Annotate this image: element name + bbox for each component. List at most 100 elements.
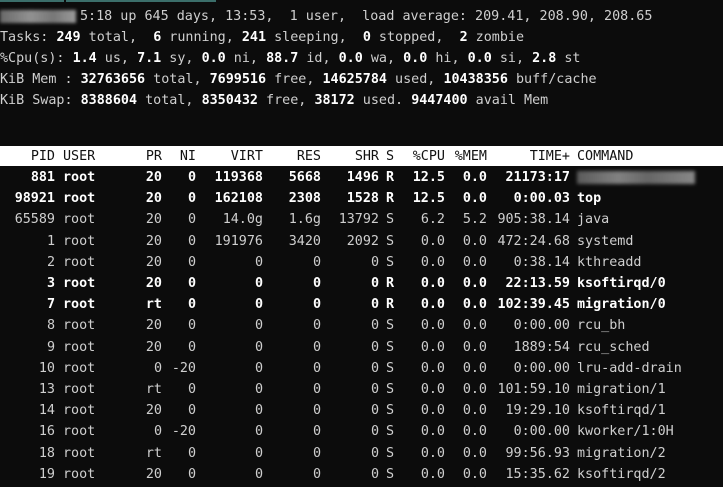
col-header-shr[interactable]: SHR	[326, 146, 379, 167]
cell-res: 0	[312, 318, 321, 334]
mem-line: KiB Mem : 32763656 total, 7699516 free, …	[0, 72, 597, 87]
cell-ni: 0	[187, 339, 196, 355]
table-row[interactable]: 3 root 20 0 0 0 0 R 0.0 0.0 22:13.59 ksoftirqd/0	[0, 273, 723, 294]
table-row[interactable]: 7 root rt 0 0 0 0 R 0.0 0.0 102:39.45 migration/0	[0, 294, 723, 315]
uptime-text: 5:18 up 645 days, 13:53, 1 user, load av…	[80, 9, 653, 24]
accent-segment	[0, 0, 64, 2]
cell-mem: 0.0	[462, 170, 487, 185]
cell-cpu: 0.0	[420, 382, 445, 397]
cell-pid: 9	[46, 339, 55, 355]
cell-time: 101:59.10	[497, 382, 570, 397]
tasks-line: Tasks: 249 total, 6 running, 241 sleepin…	[0, 30, 525, 45]
col-header-pr[interactable]: PR	[130, 146, 162, 167]
table-row[interactable]: 19 root 20 0 0 0 0 S 0.0 0.0 15:35.62 ksoftirqd/2	[0, 464, 723, 485]
cell-user: root	[63, 382, 96, 397]
col-header-command[interactable]: COMMAND	[577, 146, 633, 167]
table-row[interactable]: 14 root 20 0 0 0 0 S 0.0 0.0 19:29.10 ksoftirqd/1	[0, 400, 723, 421]
col-header-time[interactable]: TIME+	[490, 146, 570, 167]
cell-pr: 20	[145, 212, 162, 228]
cell-command: kthreadd	[577, 254, 642, 270]
table-row[interactable]: 1 root 20 0 191976 3420 2092 S 0.0 0.0 472:24.68 sy…	[0, 231, 723, 252]
redacted-command	[577, 170, 695, 184]
cell-command: top	[577, 191, 602, 207]
cell-shr: 0	[370, 318, 379, 334]
cell-cpu: 12.5	[412, 191, 445, 207]
cell-shr: 0	[370, 466, 379, 482]
cell-virt: 0	[254, 297, 263, 313]
cell-time: 1889:54	[513, 339, 570, 355]
cell-mem: 0.0	[462, 382, 487, 397]
cell-mem: 0.0	[462, 445, 487, 461]
cell-user: root	[63, 339, 96, 355]
cell-res: 0	[312, 254, 321, 270]
cell-shr: 0	[370, 360, 379, 376]
table-row[interactable]: 18 root rt 0 0 0 0 S 0.0 0.0 99:56.93 migration/2	[0, 443, 723, 464]
cell-pid: 3	[46, 276, 55, 291]
cell-time: 0:00.00	[513, 424, 570, 440]
table-row[interactable]: 10 root 0 -20 0 0 0 S 0.0 0.0 0:00.00 lru-add-drain	[0, 358, 723, 379]
table-row[interactable]: 98921 root 20 0 162108 2308 1528 R 12.5 0.0 0:00.0…	[0, 188, 723, 209]
cell-pr: rt	[145, 382, 162, 397]
cell-user: root	[63, 360, 96, 376]
cell-state: R	[386, 297, 395, 313]
cell-res: 2308	[288, 191, 321, 207]
col-header-pid[interactable]: PID	[8, 146, 55, 167]
cell-user: root	[63, 170, 96, 185]
cell-state: S	[386, 445, 395, 461]
cell-ni: 0	[187, 403, 196, 419]
cell-command: rcu_bh	[577, 318, 626, 334]
cell-cpu: 0.0	[420, 233, 445, 249]
cell-res: 0	[312, 360, 321, 376]
table-row[interactable]: 13 root rt 0 0 0 0 S 0.0 0.0 101:59.10 migration/1	[0, 379, 723, 400]
cell-ni: 0	[187, 191, 196, 207]
cell-shr: 0	[370, 254, 379, 270]
cell-user: root	[63, 445, 96, 461]
col-header-res[interactable]: RES	[268, 146, 321, 167]
cell-ni: 0	[187, 318, 196, 334]
cell-state: S	[386, 212, 395, 228]
cell-user: root	[63, 466, 96, 482]
cell-virt: 0	[254, 466, 263, 482]
cell-command: migration/0	[577, 297, 666, 313]
cell-state: R	[386, 170, 395, 185]
cell-res: 5668	[288, 170, 321, 185]
col-header-mem[interactable]: %MEM	[447, 146, 487, 167]
cell-user: root	[63, 424, 96, 440]
table-row[interactable]: 8 root 20 0 0 0 0 S 0.0 0.0 0:00.00 rcu_bh	[0, 315, 723, 336]
cell-ni: -20	[171, 360, 196, 376]
col-header-virt[interactable]: VIRT	[200, 146, 263, 167]
cell-time: 102:39.45	[497, 297, 570, 313]
col-header-user[interactable]: USER	[63, 146, 95, 167]
cell-pr: 20	[145, 170, 162, 185]
cell-state: S	[386, 318, 395, 334]
title-bar-accent	[0, 0, 723, 3]
cell-shr: 0	[370, 424, 379, 440]
cell-pid: 881	[30, 170, 55, 185]
col-header-cpu[interactable]: %CPU	[400, 146, 445, 167]
redacted-hostname	[0, 9, 76, 23]
table-row[interactable]: 65589 root 20 0 14.0g 1.6g 13792 S 6.2 5.2 905:38.…	[0, 209, 723, 230]
cell-virt: 0	[254, 339, 263, 355]
cell-res: 0	[312, 339, 321, 355]
table-row[interactable]: 2 root 20 0 0 0 0 S 0.0 0.0 0:38.14 kthreadd	[0, 252, 723, 273]
table-row[interactable]: 881 root 20 0 119368 5668 1496 R 12.5 0.0 21173:17	[0, 167, 723, 188]
cell-state: S	[386, 424, 395, 440]
col-header-ni[interactable]: NI	[168, 146, 196, 167]
cell-state: S	[386, 403, 395, 419]
cell-virt: 0	[254, 318, 263, 334]
cell-pr: rt	[145, 297, 162, 313]
cell-state: S	[386, 382, 395, 397]
col-header-state[interactable]: S	[386, 146, 394, 167]
cell-command: systemd	[577, 233, 634, 249]
table-row[interactable]: 16 root 0 -20 0 0 0 S 0.0 0.0 0:00.00 kworker/1:0H	[0, 421, 723, 442]
cell-command: ksoftirqd/0	[577, 276, 666, 291]
cell-res: 0	[312, 466, 321, 482]
cell-shr: 0	[370, 339, 379, 355]
cell-state: R	[386, 276, 395, 291]
cell-user: root	[63, 297, 96, 313]
cell-shr: 0	[370, 382, 379, 397]
table-row[interactable]: 9 root 20 0 0 0 0 S 0.0 0.0 1889:54 rcu_sched	[0, 337, 723, 358]
cell-user: root	[63, 276, 96, 291]
cell-pid: 8	[46, 318, 55, 334]
cell-time: 0:00.00	[513, 318, 570, 334]
